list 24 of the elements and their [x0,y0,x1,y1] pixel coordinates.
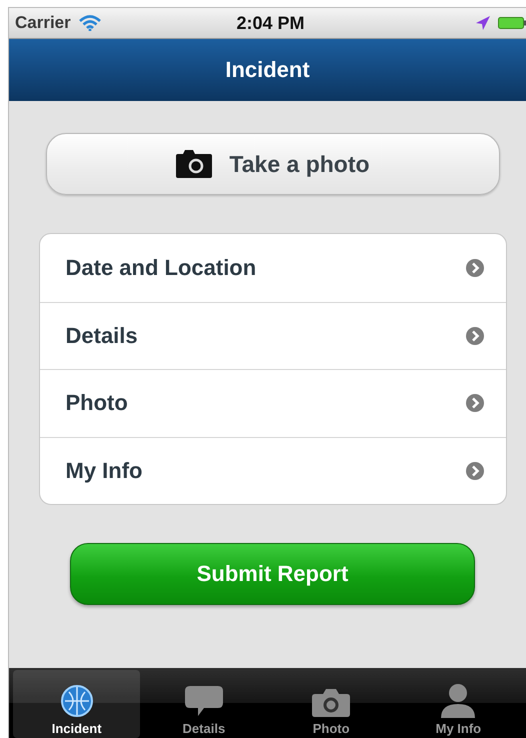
person-icon [439,682,478,718]
take-photo-button[interactable]: Take a photo [46,133,500,195]
speech-bubble-icon [184,684,224,718]
status-time: 2:04 PM [236,12,305,34]
menu-item[interactable]: My Info [40,436,506,504]
tab-item[interactable]: Photo [268,670,395,738]
menu-item[interactable]: Details [40,302,506,369]
tab-item[interactable]: My Info [394,670,522,738]
chevron-icon [466,326,484,345]
tab-item[interactable]: Details [140,670,268,738]
camera-icon [311,686,352,718]
nav-title: Incident [225,57,310,83]
globe-icon [60,684,94,718]
menu-item[interactable]: Date and Location [40,234,506,302]
chevron-icon [466,394,484,412]
chevron-icon [466,462,484,480]
camera-icon [175,149,214,179]
menu-item[interactable]: Photo [40,369,506,436]
location-arrow-icon [476,16,490,30]
carrier-label: Carrier [15,13,71,33]
wifi-icon [78,15,101,31]
battery-icon [498,17,526,29]
tab-item[interactable]: Incident [13,670,140,738]
chevron-icon [466,258,484,277]
